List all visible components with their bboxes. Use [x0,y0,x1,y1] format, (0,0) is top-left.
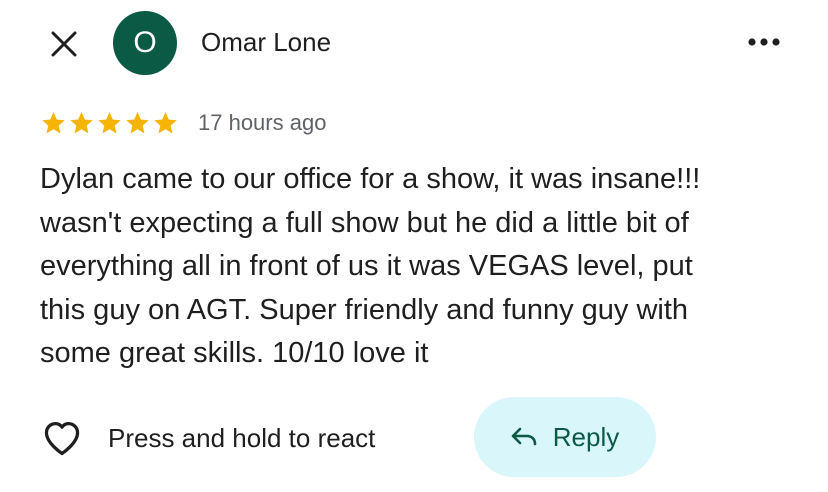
more-options-button[interactable] [740,24,788,60]
close-button[interactable] [44,24,84,64]
heart-outline-icon [44,421,80,456]
close-icon [51,31,77,57]
star-icon [42,111,65,133]
author-name[interactable]: Omar Lone [201,25,331,59]
review-header: O Omar Lone [0,0,828,90]
more-options-icon [748,38,780,46]
avatar[interactable]: O [113,11,177,75]
reply-label: Reply [552,421,620,452]
star-icon [70,111,93,133]
react-button[interactable]: Press and hold to react [42,414,375,462]
star-icon [98,111,121,133]
star-icon [126,111,149,133]
star-icon [154,111,177,133]
review-text: Dylan came to our office for a show, it … [40,163,701,369]
reply-arrow-icon [511,427,537,446]
rating-row: 17 hours ago [40,108,326,138]
star-rating [40,110,179,137]
react-label: Press and hold to react [108,422,376,453]
reply-button[interactable]: Reply [474,397,656,477]
review-time: 17 hours ago [198,110,327,135]
